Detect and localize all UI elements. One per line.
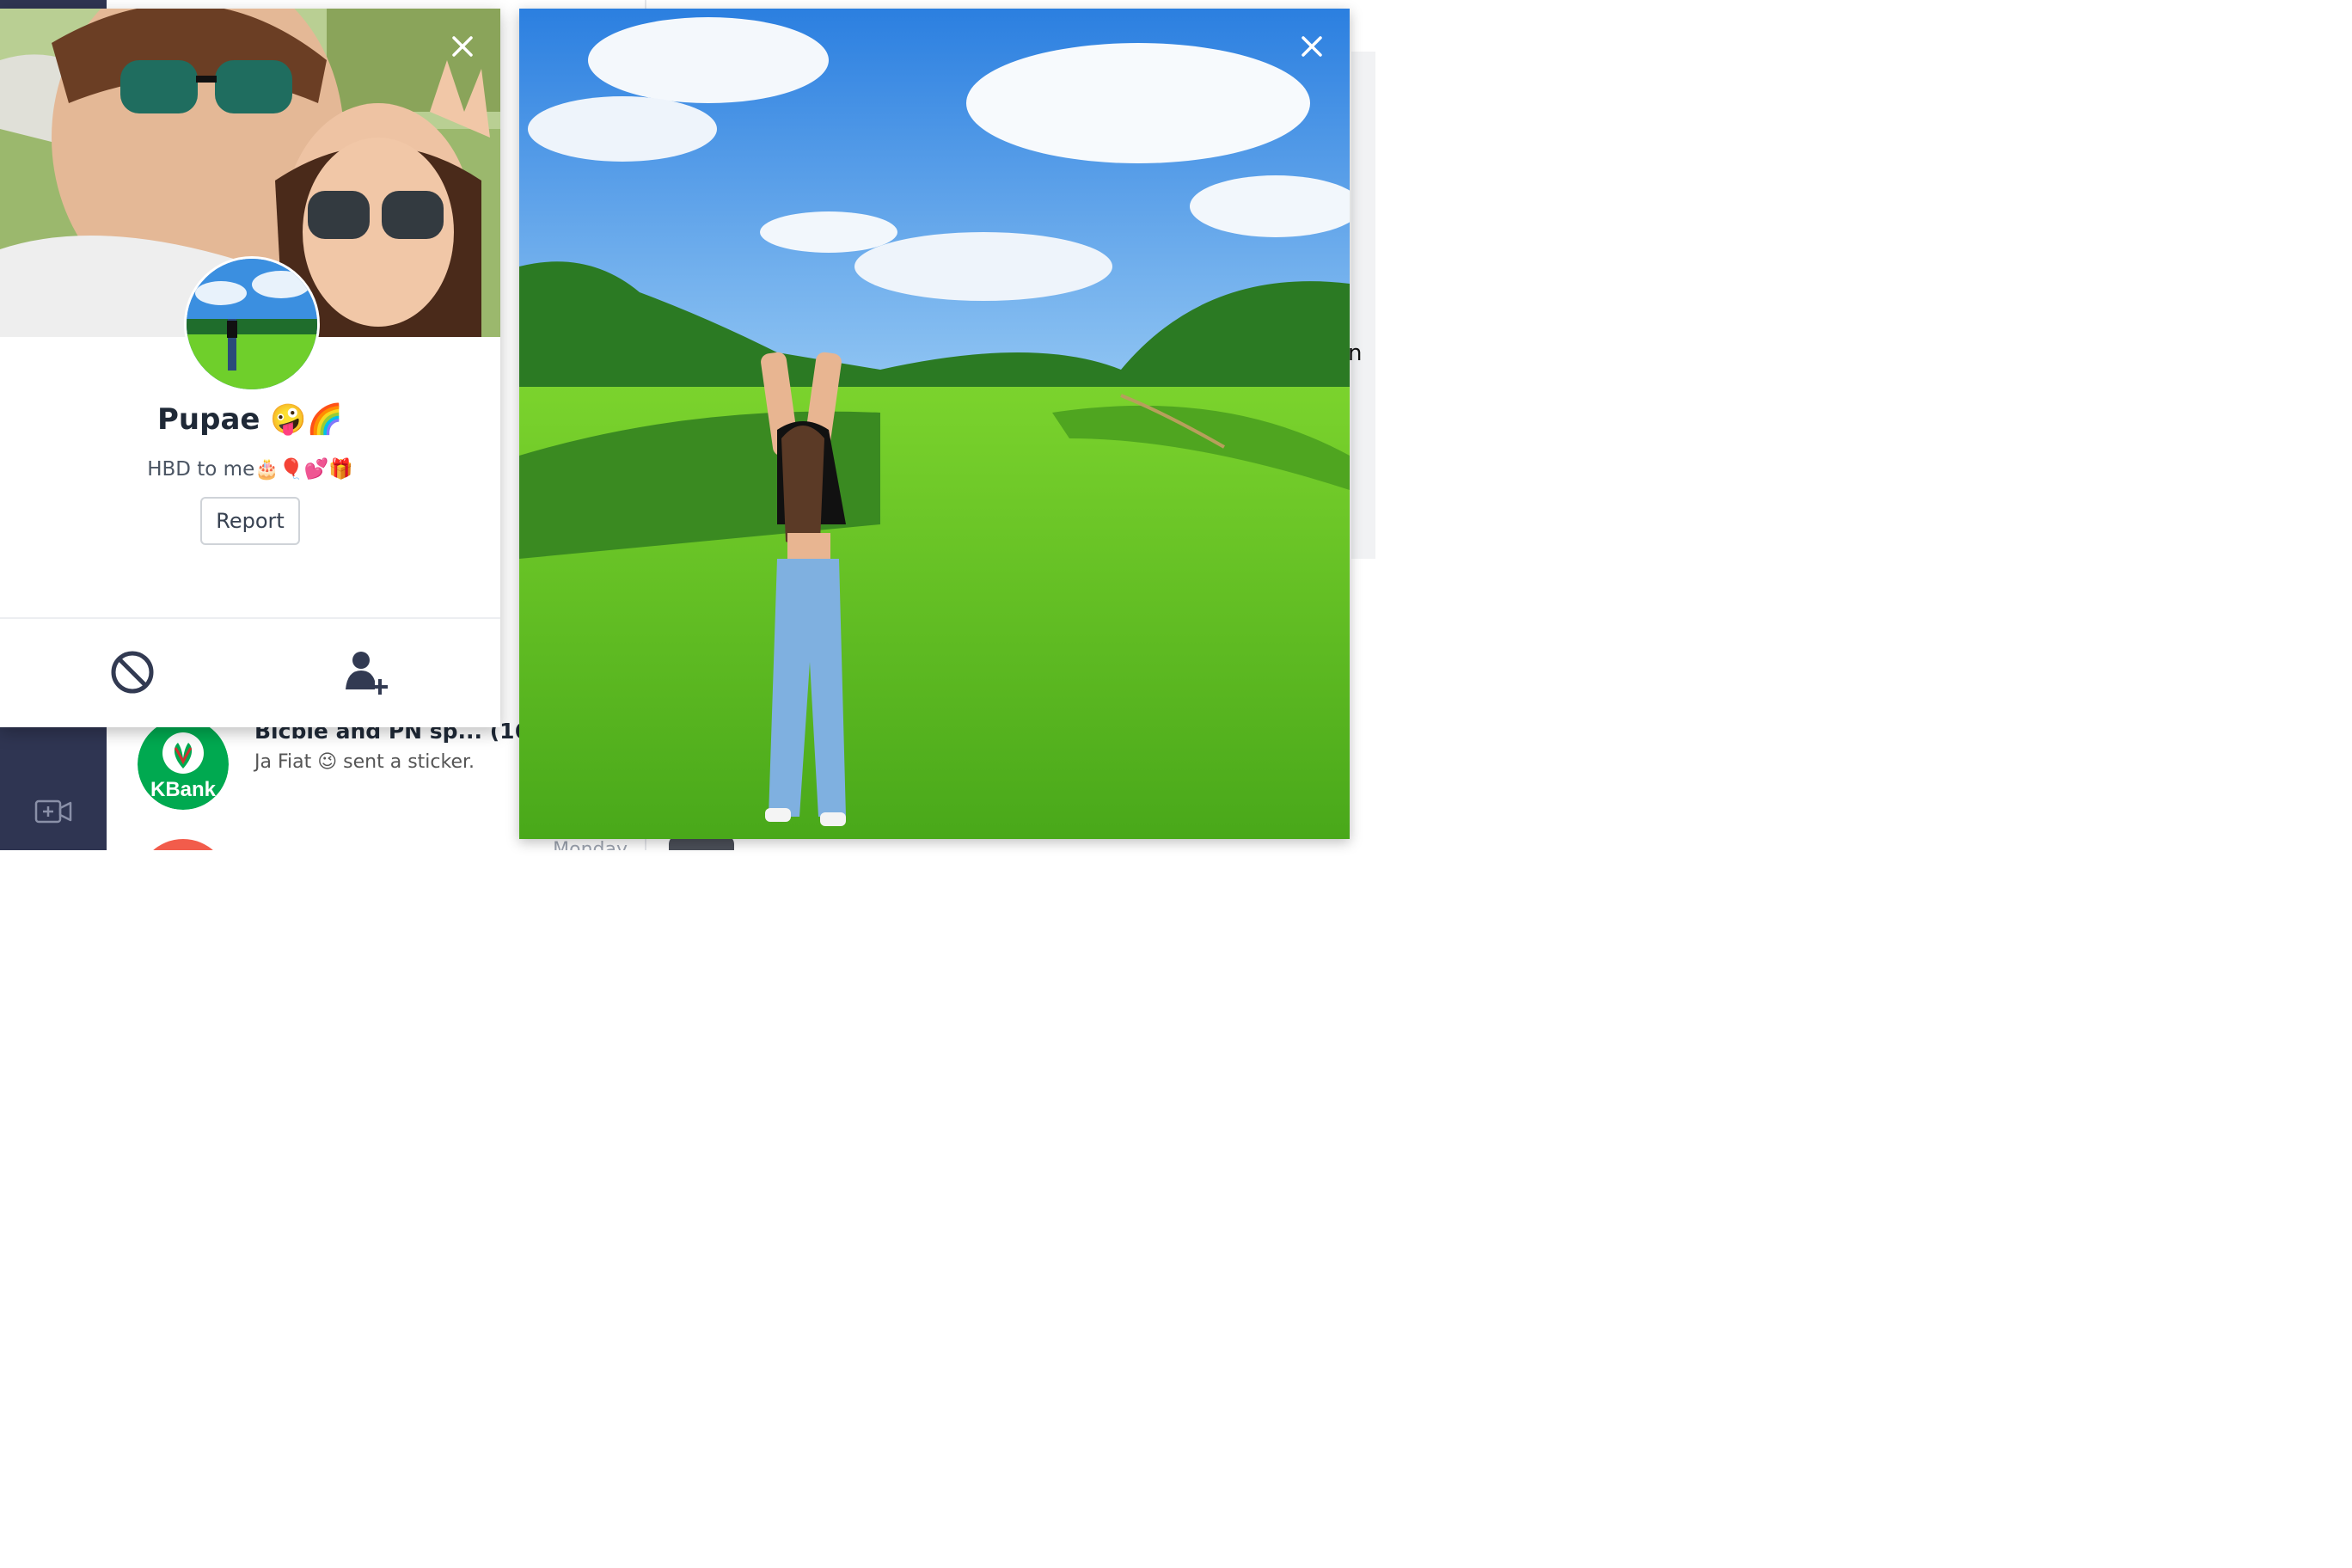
video-call-add-icon[interactable] (33, 794, 74, 829)
block-icon[interactable] (105, 645, 160, 700)
add-friend-icon[interactable] (339, 645, 394, 700)
profile-name: Pupae 🤪🌈 (157, 402, 343, 437)
avatar[interactable] (184, 256, 320, 392)
pane-edge-text: n (1348, 340, 1363, 366)
profile-popup: Pupae 🤪🌈 HBD to me🎂🎈💕🎁 Report (0, 9, 500, 727)
photo-viewer (519, 9, 1350, 839)
chat-preview: Ja Fiat 😉 sent a sticker. (254, 751, 475, 773)
chat-avatar (138, 839, 229, 850)
chat-avatar: KBank (138, 719, 229, 810)
chat-time: Monday (553, 839, 628, 850)
profile-status-message: HBD to me🎂🎈💕🎁 (147, 458, 353, 481)
side-panel-edge (1351, 52, 1375, 559)
profile-photo (519, 9, 1350, 839)
divider (0, 617, 500, 619)
close-icon[interactable] (1295, 29, 1329, 64)
report-button[interactable]: Report (200, 497, 300, 545)
svg-text:KBank: KBank (150, 778, 217, 801)
close-icon[interactable] (445, 29, 480, 64)
